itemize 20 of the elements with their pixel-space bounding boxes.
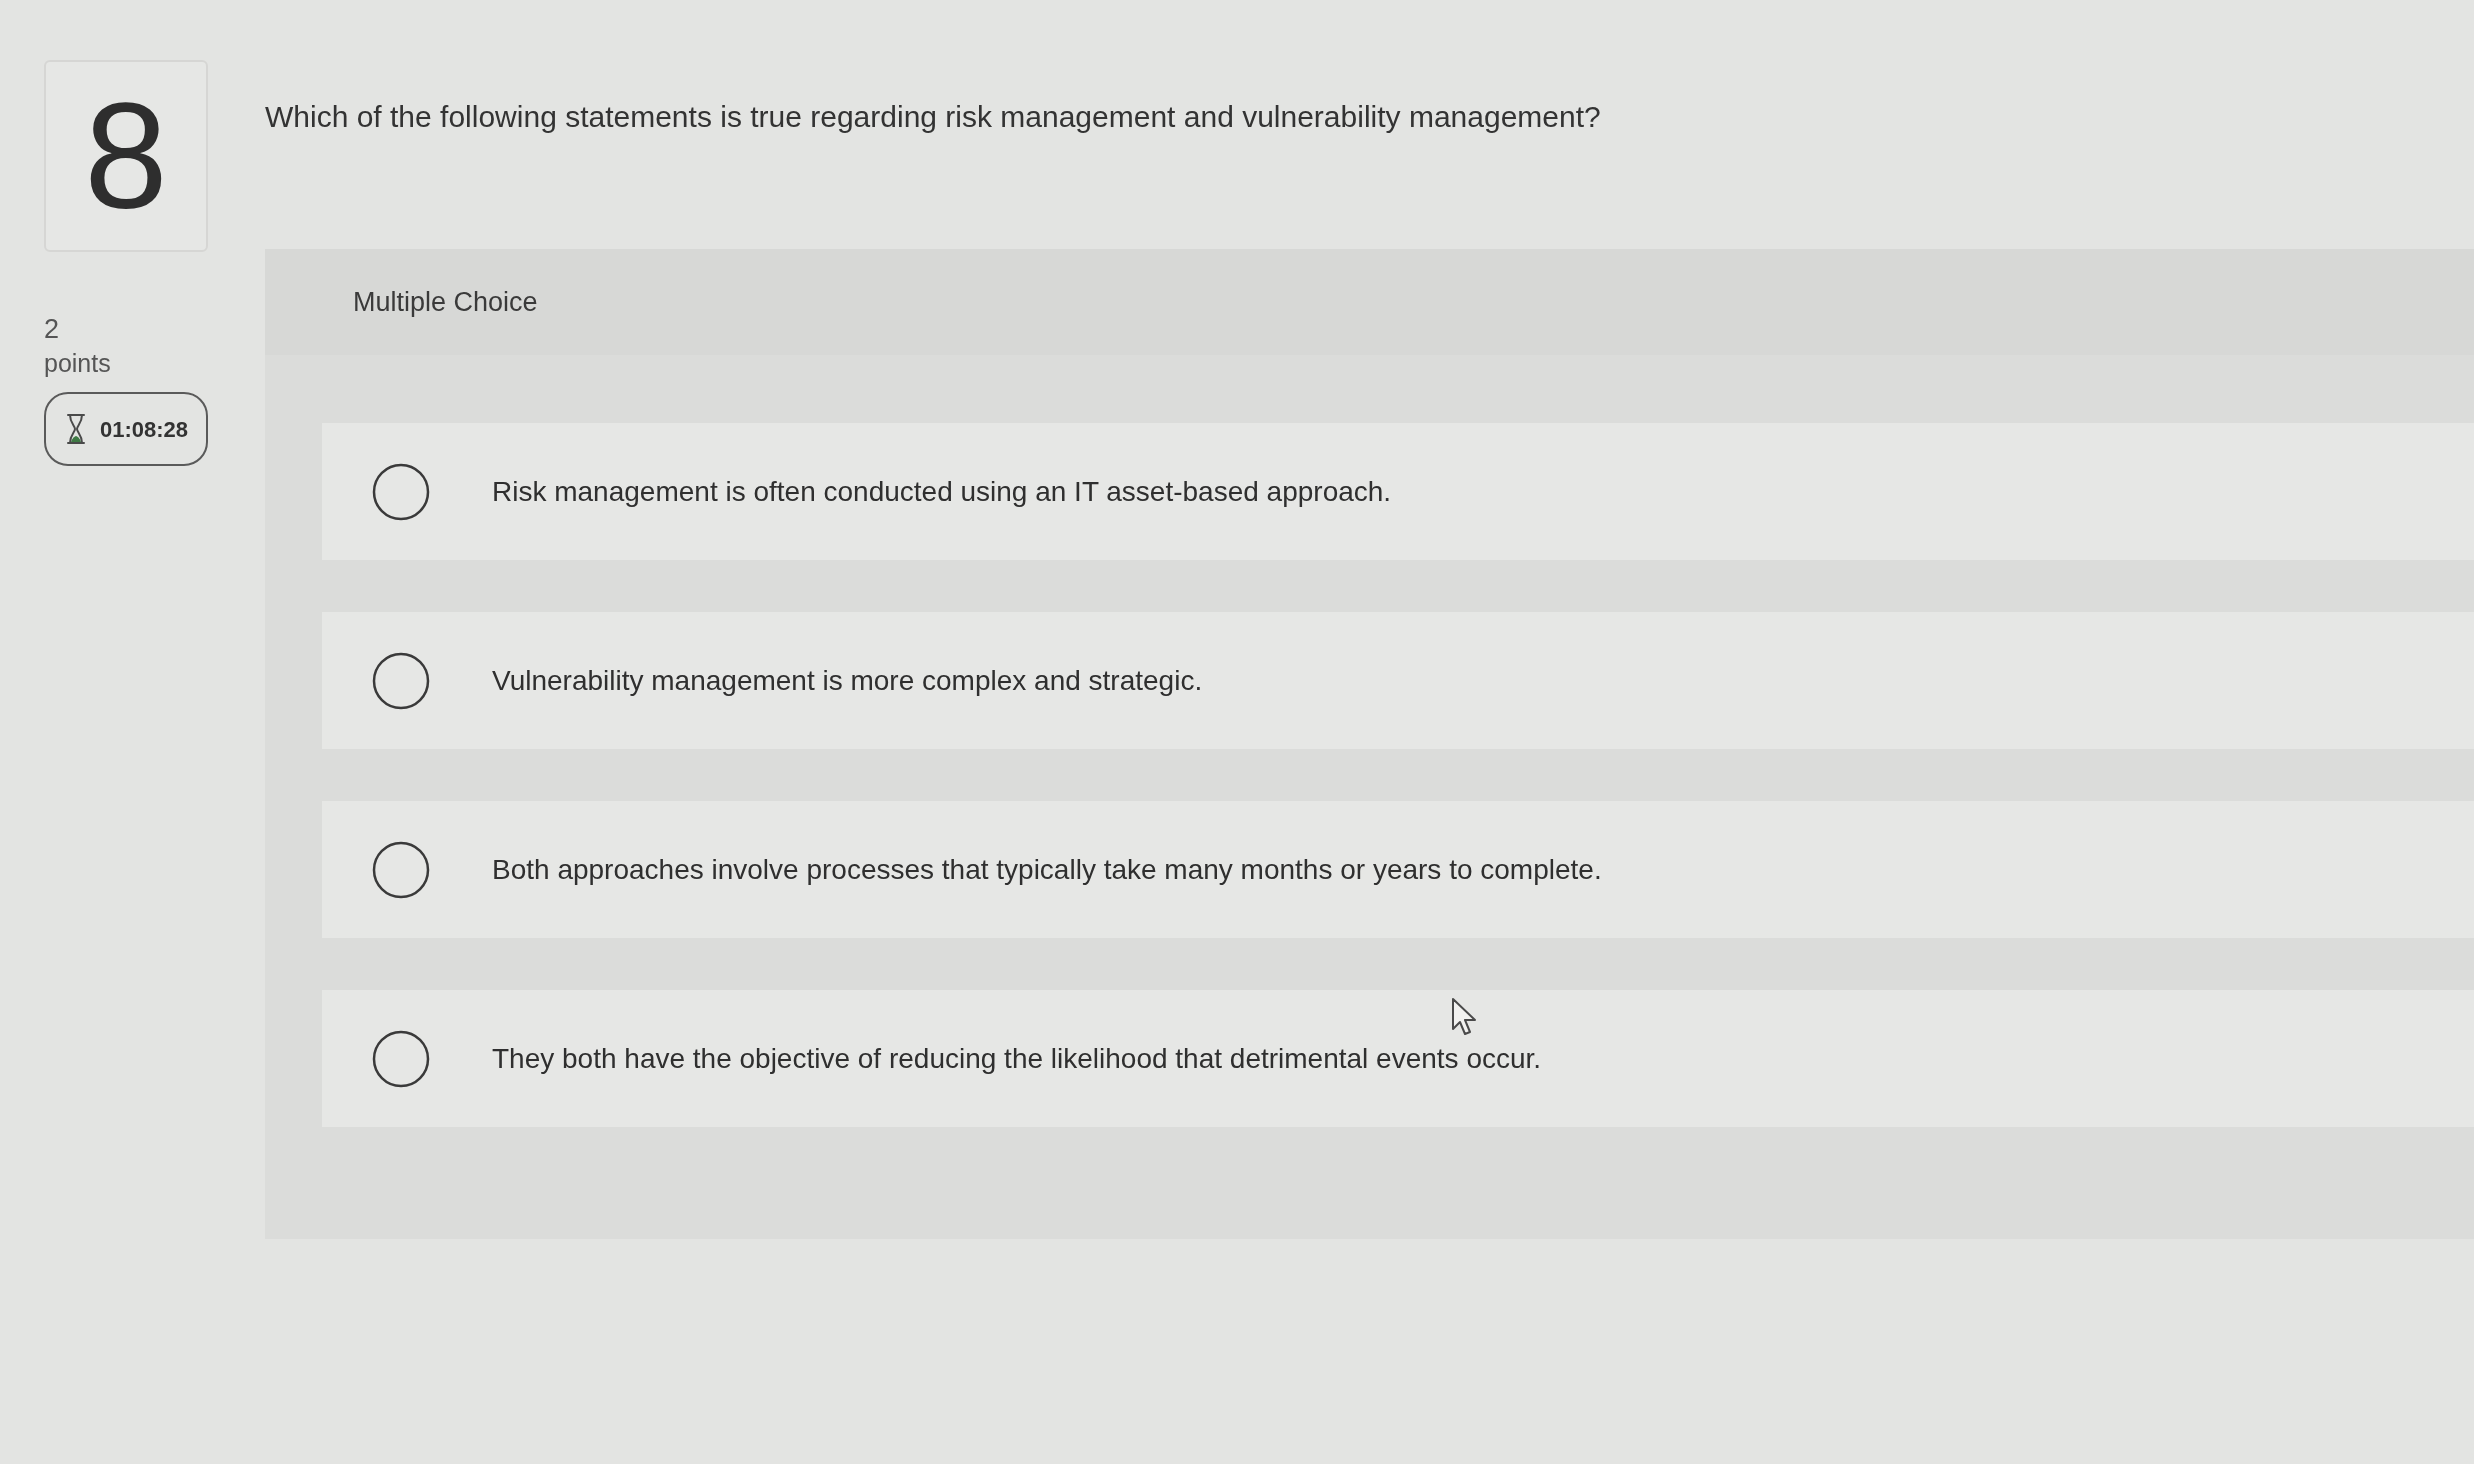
question-number: 8	[44, 60, 208, 252]
option-text: Vulnerability management is more complex and strategic.	[492, 663, 1203, 698]
answer-option[interactable]: They both have the objective of reducing the likelihood that detrimental events occur.	[322, 990, 2474, 1127]
answer-option[interactable]: Vulnerability management is more complex and strategic.	[322, 612, 2474, 749]
option-text: They both have the objective of reducing the likelihood that detrimental events occur.	[492, 1041, 1542, 1076]
radio-button[interactable]	[372, 651, 430, 710]
answer-option[interactable]: Both approaches involve processes that typically take many months or years to complete.	[322, 801, 2474, 938]
points-label: points	[44, 348, 111, 379]
hourglass-icon	[66, 413, 86, 445]
radio-button[interactable]	[372, 462, 430, 521]
question-type-label: Multiple Choice	[353, 285, 538, 319]
option-text: Both approaches involve processes that typically take many months or years to complete.	[492, 852, 1602, 887]
option-text: Risk management is often conducted using an IT asset-based approach.	[492, 474, 1392, 509]
timer-text: 01:08:28	[100, 415, 189, 444]
radio-button[interactable]	[372, 840, 430, 899]
question-text: Which of the following statements is true regarding risk management and vulnerability management?	[265, 99, 1601, 135]
mouse-pointer-icon	[1451, 997, 1477, 1037]
points-value: 2	[44, 313, 60, 346]
radio-button[interactable]	[372, 1029, 430, 1088]
answer-option[interactable]: Risk management is often conducted using an IT asset-based approach.	[322, 423, 2474, 560]
